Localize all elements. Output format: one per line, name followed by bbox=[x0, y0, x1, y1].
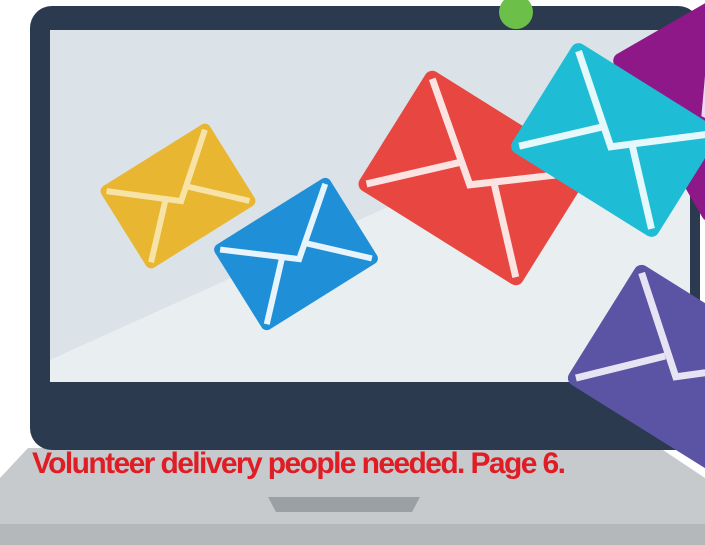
laptop-base-highlight bbox=[0, 524, 705, 545]
illustration: Volunteer delivery people needed. Page 6… bbox=[0, 0, 705, 545]
volunteer-caption: Volunteer delivery people needed. Page 6… bbox=[32, 447, 566, 480]
trackpad-notch bbox=[268, 497, 420, 512]
